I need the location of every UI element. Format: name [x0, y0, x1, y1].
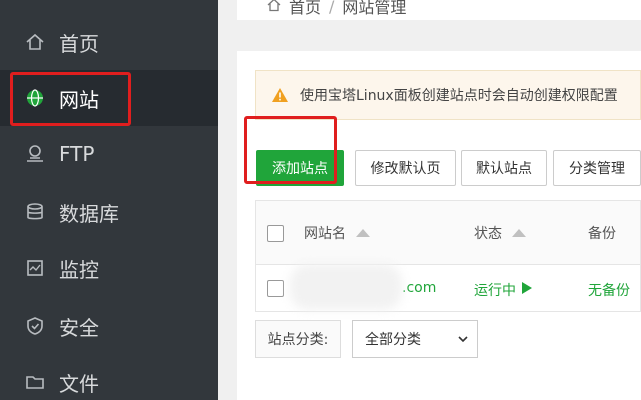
breadcrumb: 首页 / 网站管理: [267, 0, 406, 18]
table-header: 网站名 状态 备份: [256, 201, 640, 265]
sidebar-item-database[interactable]: 数据库: [0, 184, 218, 240]
backup-link[interactable]: 无备份: [588, 280, 630, 300]
sidebar-item-label: 首页: [59, 31, 99, 56]
sort-icon: [356, 225, 370, 241]
sidebar: 首页 网站 FTP 数据库 监控 安全 文件: [0, 0, 218, 400]
sidebar-item-ftp[interactable]: FTP: [0, 126, 218, 182]
sidebar-item-monitor[interactable]: 监控: [0, 240, 218, 296]
category-manage-button[interactable]: 分类管理: [553, 150, 641, 186]
play-icon: [522, 282, 532, 298]
home-icon: [267, 0, 281, 16]
sidebar-item-label: 网站: [59, 87, 99, 112]
column-header-name[interactable]: 网站名: [304, 223, 370, 243]
ftp-icon: [24, 143, 46, 165]
redacted-site-name: [290, 264, 402, 310]
column-header-status[interactable]: 状态: [474, 223, 526, 243]
edit-default-page-button[interactable]: 修改默认页: [355, 150, 456, 186]
status-toggle[interactable]: 运行中: [474, 280, 532, 300]
shield-icon: [24, 315, 46, 337]
warning-icon: [270, 86, 290, 104]
sidebar-item-label: 监控: [59, 257, 99, 282]
sidebar-item-label: 数据库: [59, 201, 119, 226]
breadcrumb-separator: /: [329, 0, 335, 16]
default-site-button[interactable]: 默认站点: [461, 150, 547, 186]
chevron-down-icon: [457, 333, 469, 345]
database-icon: [24, 201, 46, 223]
sidebar-item-home[interactable]: 首页: [0, 14, 218, 70]
sidebar-item-website[interactable]: 网站: [0, 70, 218, 126]
home-icon: [24, 31, 46, 53]
notice-text: 使用宝塔Linux面板创建站点时会自动创建权限配置: [300, 88, 618, 104]
notice-banner: 使用宝塔Linux面板创建站点时会自动创建权限配置: [255, 70, 641, 120]
category-select[interactable]: 全部分类: [352, 320, 478, 358]
sidebar-item-label: 文件: [59, 371, 99, 396]
category-filter-label: 站点分类:: [255, 320, 341, 358]
sidebar-item-label: FTP: [59, 142, 95, 166]
select-all-checkbox[interactable]: [267, 225, 284, 242]
folder-icon: [24, 371, 46, 393]
breadcrumb-home[interactable]: 首页: [289, 0, 321, 18]
row-checkbox[interactable]: [267, 280, 284, 297]
sidebar-item-security[interactable]: 安全: [0, 298, 218, 354]
add-site-button[interactable]: 添加站点: [256, 150, 344, 186]
site-name-link[interactable]: .com: [402, 280, 436, 296]
column-header-backup: 备份: [588, 226, 616, 242]
sort-icon: [512, 225, 526, 241]
monitor-icon: [24, 257, 46, 279]
sidebar-item-label: 安全: [59, 315, 99, 340]
breadcrumb-current: 网站管理: [342, 0, 407, 17]
globe-icon: [24, 87, 46, 109]
sidebar-item-files[interactable]: 文件: [0, 354, 218, 400]
